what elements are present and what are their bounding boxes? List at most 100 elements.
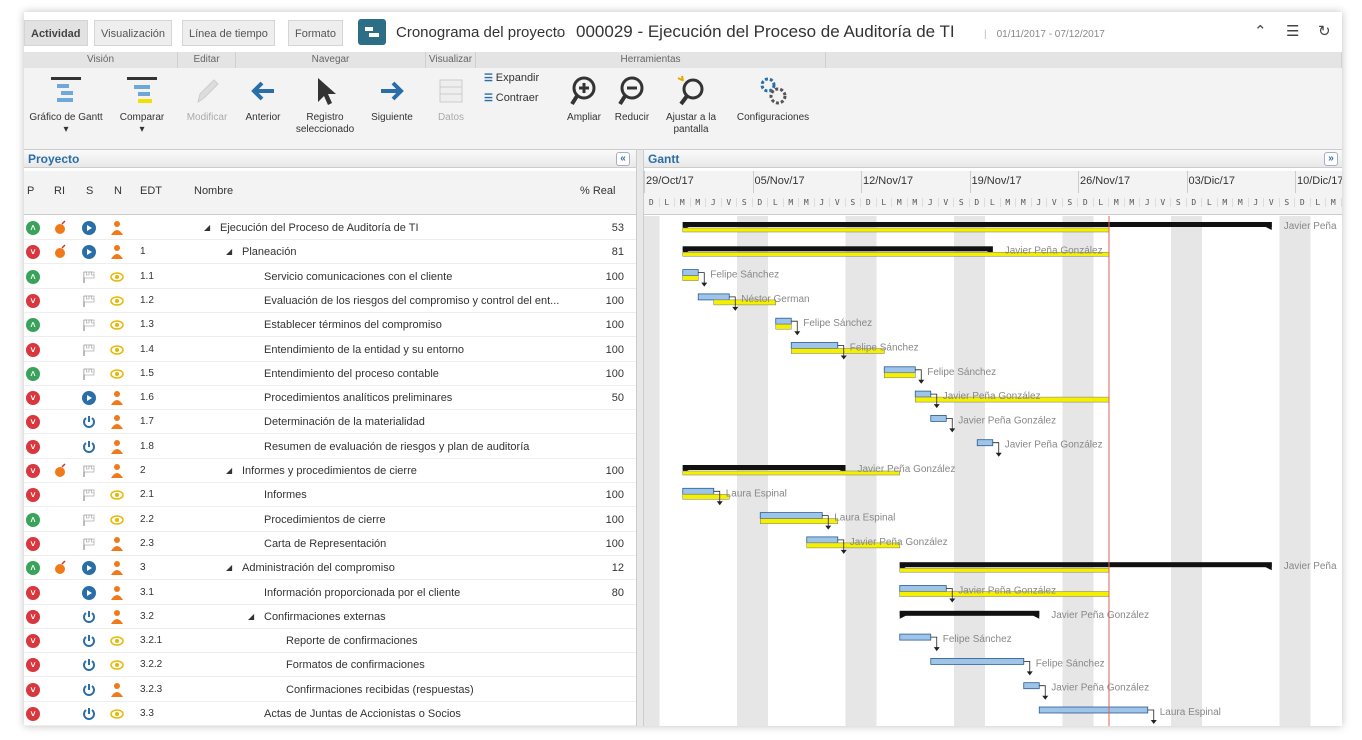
zoom-out-button[interactable]: Reducir	[610, 74, 654, 124]
collapse-right-icon[interactable]: »	[1324, 152, 1338, 166]
task-bar[interactable]	[775, 317, 792, 325]
refresh-icon[interactable]: ↻	[1318, 22, 1331, 40]
fit-screen-icon	[677, 75, 704, 106]
summary-bar[interactable]	[682, 465, 846, 470]
table-row[interactable]: ˅ 2 ◢ Informes y procedimientos de cierre 10…	[24, 459, 636, 483]
table-row[interactable]: ˅ 3.2.2 Formatos de confirmaciones	[24, 653, 636, 678]
task-bar[interactable]	[790, 342, 839, 349]
table-row[interactable]: ˅ 1.7 Determinación de la materialidad	[24, 410, 636, 435]
table-row[interactable]: ˅ 1.4 Entendimiento de la entidad y su ent…	[24, 338, 636, 362]
day-label: V	[830, 198, 846, 207]
ribbon-group-vision: Visión	[24, 52, 178, 68]
date-range: 01/11/2017 - 07/12/2017	[984, 29, 1105, 40]
list-icon[interactable]: ☰	[1286, 22, 1299, 40]
table-row[interactable]: ˅ 2.3 Carta de Representación 100	[24, 532, 636, 556]
eye-icon	[110, 271, 124, 282]
column-header-pct[interactable]: % Real	[580, 185, 615, 197]
status-alert-icon: ˅	[26, 293, 40, 308]
weekend-column	[1078, 216, 1094, 726]
task-bar[interactable]	[976, 439, 994, 447]
eye-icon	[110, 369, 124, 379]
table-row[interactable]: ˅ 2.1 Informes 100	[24, 483, 636, 508]
table-row[interactable]: ˄ 1.5 Entendimiento del proceso contable 10…	[24, 362, 636, 386]
expand-toggle-icon[interactable]: ◢	[248, 611, 254, 623]
tab-linea-de-tiempo[interactable]: Línea de tiempo	[182, 20, 275, 46]
task-bar[interactable]	[930, 657, 1025, 665]
task-bar[interactable]	[1038, 706, 1149, 714]
tab-visualizacion[interactable]: Visualización	[94, 20, 173, 46]
table-row[interactable]: ˄ 2.2 Procedimientos de cierre 100	[24, 508, 636, 532]
tab-formato[interactable]: Formato	[288, 20, 343, 46]
collapse-up-icon[interactable]: ⌃	[1254, 22, 1267, 40]
column-header-p[interactable]: P	[27, 185, 34, 197]
expand-toggle-icon[interactable]: ◢	[204, 222, 210, 234]
status-alert-icon: ˅	[26, 536, 40, 551]
collapse-button[interactable]: ☰ Contraer	[484, 92, 556, 104]
schedule-logo-icon	[358, 19, 386, 45]
table-row[interactable]: ˅ 1.2 Evaluación de los riesgos del compro…	[24, 289, 636, 313]
table-row[interactable]: ˅ 3.3 Actas de Juntas de Accionistas o Soc…	[24, 702, 636, 726]
task-bar[interactable]	[806, 536, 839, 544]
column-header-ri[interactable]: RI	[54, 185, 65, 197]
edt-cell: 1.2	[140, 294, 154, 306]
day-label: D	[753, 198, 768, 207]
selected-record-button[interactable]: Registro seleccionado	[290, 74, 360, 136]
task-bar[interactable]	[899, 633, 932, 641]
day-label: V	[1047, 198, 1063, 207]
zoom-in-button[interactable]: Ampliar	[562, 74, 606, 124]
settings-button[interactable]: Configuraciones	[730, 74, 816, 124]
column-header-name[interactable]: Nombre	[194, 185, 233, 197]
panel-splitter[interactable]	[636, 150, 644, 726]
expand-button[interactable]: ☰ Expandir	[484, 72, 556, 84]
task-bar[interactable]	[930, 414, 947, 422]
expand-toggle-icon[interactable]: ◢	[226, 246, 232, 258]
expand-toggle-icon[interactable]: ◢	[226, 562, 232, 574]
next-button[interactable]: Siguiente	[364, 74, 420, 124]
day-label: M	[1218, 198, 1233, 207]
task-bar[interactable]	[759, 512, 823, 520]
modify-button[interactable]: Modificar	[180, 74, 234, 124]
user-group-icon	[111, 682, 123, 697]
actual-progress-bar	[884, 372, 916, 379]
table-row[interactable]: ˄ 3 ◢ Administración del compromiso 12	[24, 556, 636, 581]
task-bar[interactable]	[914, 390, 932, 398]
task-bar[interactable]	[682, 487, 715, 495]
table-row[interactable]: ˅ 3.1 Información proporcionada por el cli…	[24, 581, 636, 605]
table-row[interactable]: ˅ 3.2.3 Confirmaciones recibidas (respuest…	[24, 678, 636, 702]
tab-actividad[interactable]: Actividad	[24, 20, 88, 46]
task-bar[interactable]	[1023, 682, 1040, 690]
gantt-chart-button[interactable]: Gráfico de Gantt ▾	[24, 74, 108, 136]
task-name-cell: Actas de Juntas de Accionistas o Socios	[264, 708, 461, 720]
data-button[interactable]: Datos	[428, 74, 474, 124]
zoom-out-icon	[618, 76, 644, 106]
table-row[interactable]: ˅ 3.2.1 Reporte de confirmaciones	[24, 629, 636, 654]
percent-complete-cell: 100	[605, 465, 624, 477]
previous-button[interactable]: Anterior	[238, 74, 288, 124]
summary-bar[interactable]	[682, 222, 1272, 227]
column-header-n[interactable]: N	[114, 185, 122, 197]
task-bar[interactable]	[682, 269, 699, 276]
task-bar[interactable]	[697, 293, 730, 301]
compare-button[interactable]: Comparar ▾	[112, 74, 172, 136]
task-bar[interactable]	[899, 585, 947, 592]
summary-bar[interactable]	[682, 246, 993, 252]
expand-toggle-icon[interactable]: ◢	[226, 465, 232, 477]
task-bar[interactable]	[883, 366, 916, 374]
table-row[interactable]: ˅ 3.2 ◢ Confirmaciones externas	[24, 605, 636, 629]
summary-bar[interactable]	[899, 562, 1272, 568]
table-row[interactable]: ˅ 1 ◢ Planeación 81	[24, 240, 636, 265]
breadcrumb-parent[interactable]: Cronograma del proyecto	[396, 24, 565, 41]
table-row[interactable]: ˄ 1.3 Establecer términos del compromiso 10…	[24, 313, 636, 338]
day-label: D	[644, 198, 660, 207]
table-row[interactable]: ˅ 1.6 Procedimientos analíticos preliminar…	[24, 386, 636, 411]
fit-to-screen-button[interactable]: Ajustar a la pantalla	[660, 74, 722, 136]
user-group-icon	[111, 415, 123, 430]
resource-label: Javier Peña González	[958, 415, 1056, 426]
column-header-s[interactable]: S	[86, 185, 93, 197]
column-header-edt[interactable]: EDT	[140, 185, 162, 197]
table-row[interactable]: ˄ ◢ Ejecución del Proceso de Auditoría de …	[24, 216, 636, 240]
collapse-left-icon[interactable]: «	[616, 152, 630, 166]
table-row[interactable]: ˄ 1.1 Servicio comunicaciones con el clien…	[24, 265, 636, 289]
summary-bar[interactable]	[899, 610, 1040, 616]
table-row[interactable]: ˅ 1.8 Resumen de evaluación de riesgos y p…	[24, 435, 636, 459]
